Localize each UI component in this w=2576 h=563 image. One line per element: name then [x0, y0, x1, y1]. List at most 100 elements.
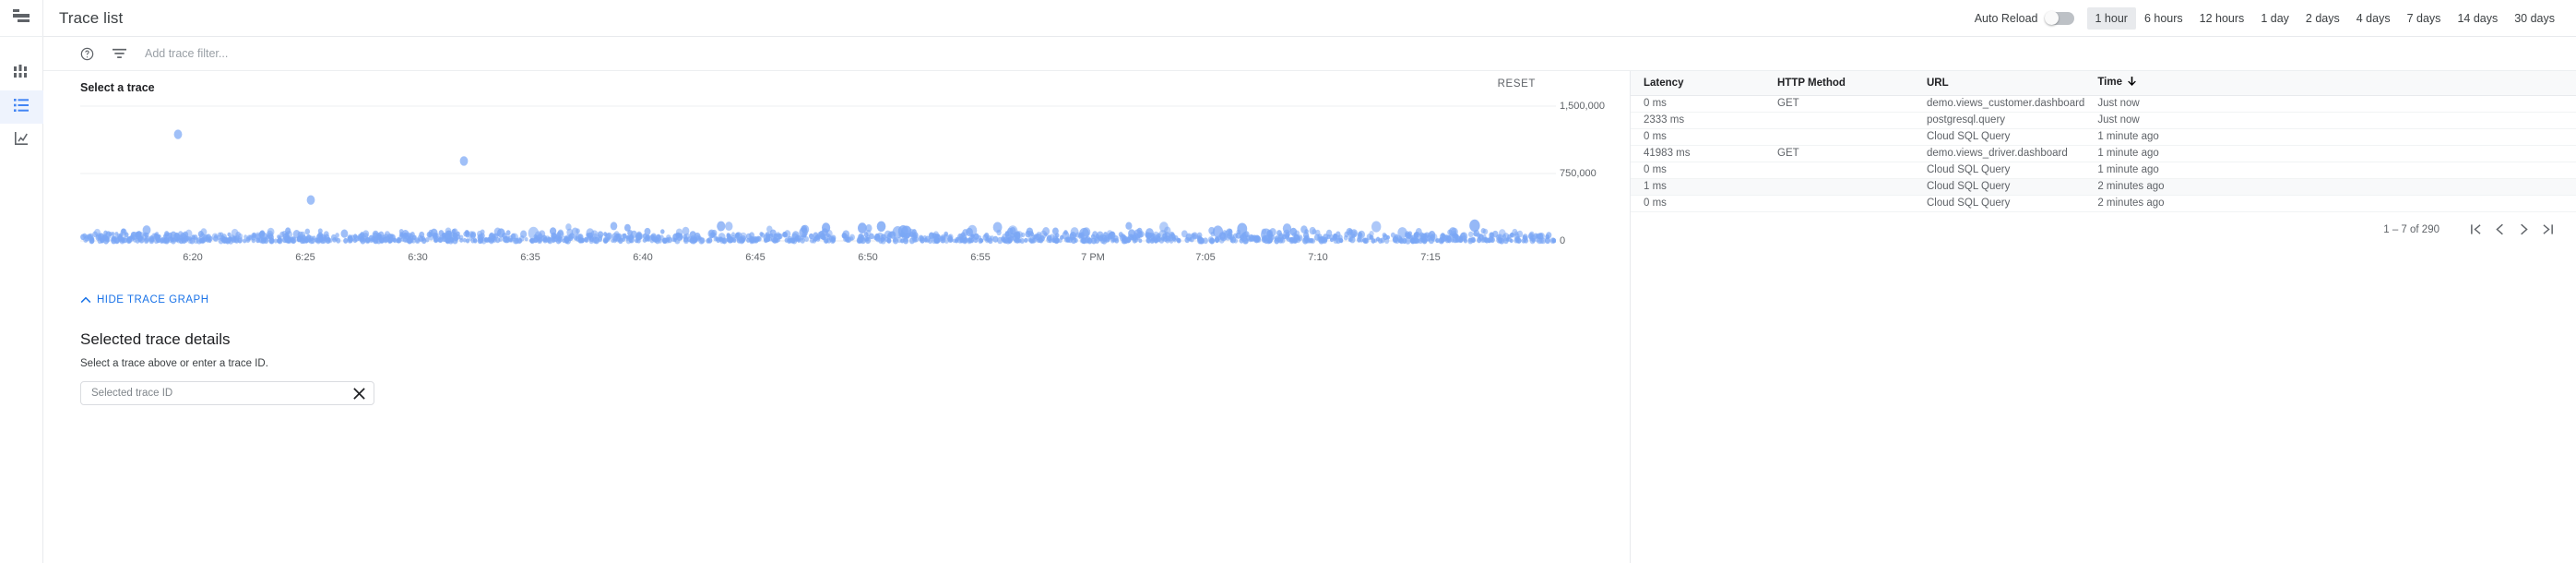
- scatter-point[interactable]: [763, 234, 771, 243]
- scatter-point[interactable]: [1418, 237, 1423, 245]
- scatter-point[interactable]: [1369, 230, 1374, 237]
- scatter-point[interactable]: [675, 228, 683, 237]
- scatter-point[interactable]: [428, 229, 433, 235]
- scatter-point[interactable]: [911, 229, 917, 235]
- scatter-point[interactable]: [661, 237, 668, 245]
- scatter-point[interactable]: [200, 228, 208, 236]
- scatter-point[interactable]: [725, 222, 733, 232]
- scatter-point[interactable]: [707, 229, 716, 238]
- scatter-point[interactable]: [961, 234, 967, 241]
- trace-scatter-chart[interactable]: 1,500,000 750,000 0: [80, 101, 1605, 249]
- scatter-point[interactable]: [211, 233, 219, 241]
- scatter-point[interactable]: [842, 230, 850, 239]
- scatter-point[interactable]: [1172, 237, 1177, 243]
- scatter-point[interactable]: [1402, 237, 1407, 245]
- scatter-point[interactable]: [784, 230, 791, 238]
- scatter-point[interactable]: [144, 236, 149, 244]
- scatter-point[interactable]: [459, 156, 469, 166]
- scatter-point[interactable]: [1282, 223, 1292, 234]
- scatter-point[interactable]: [231, 228, 239, 238]
- scatter-point[interactable]: [438, 230, 445, 236]
- scatter-point[interactable]: [1027, 237, 1032, 243]
- column-header-time[interactable]: Time: [2084, 71, 2576, 96]
- scatter-point[interactable]: [1469, 219, 1480, 233]
- column-header-http-method[interactable]: HTTP Method: [1764, 71, 1914, 96]
- scatter-point[interactable]: [822, 222, 831, 234]
- scatter-point[interactable]: [1378, 237, 1383, 245]
- scatter-point[interactable]: [1397, 227, 1407, 239]
- scatter-point[interactable]: [1515, 235, 1521, 241]
- table-row[interactable]: 0 ms Cloud SQL Query 1 minute ago: [1631, 162, 2576, 179]
- scatter-point[interactable]: [1386, 234, 1390, 240]
- scatter-point[interactable]: [1529, 231, 1535, 238]
- scatter-point[interactable]: [1138, 238, 1143, 244]
- scatter-point[interactable]: [759, 232, 764, 237]
- scatter-point[interactable]: [306, 234, 312, 240]
- scatter-point[interactable]: [756, 235, 762, 242]
- scatter-point[interactable]: [616, 233, 623, 240]
- scatter-point[interactable]: [1145, 228, 1154, 238]
- scatter-point[interactable]: [967, 224, 978, 236]
- scatter-point[interactable]: [1164, 226, 1171, 235]
- scatter-point[interactable]: [1109, 231, 1116, 239]
- scatter-point[interactable]: [1363, 238, 1369, 244]
- scatter-point[interactable]: [122, 237, 128, 244]
- scatter-point[interactable]: [1460, 232, 1468, 241]
- scatter-point[interactable]: [1395, 237, 1400, 245]
- scatter-point[interactable]: [1223, 230, 1232, 241]
- menu-button[interactable]: [0, 0, 43, 37]
- last-page-icon[interactable]: [2535, 218, 2559, 242]
- scatter-point[interactable]: [706, 237, 713, 244]
- scatter-point[interactable]: [610, 222, 618, 231]
- scatter-point[interactable]: [1333, 233, 1337, 238]
- scatter-point[interactable]: [1546, 232, 1552, 239]
- scatter-point[interactable]: [908, 237, 915, 245]
- reset-button[interactable]: RESET: [1498, 78, 1536, 90]
- column-header-url[interactable]: URL: [1914, 71, 2085, 96]
- scatter-point[interactable]: [1441, 236, 1446, 243]
- scatter-point[interactable]: [1502, 233, 1510, 242]
- range-1-hour[interactable]: 1 hour: [2086, 6, 2136, 30]
- scatter-point[interactable]: [967, 237, 973, 244]
- scatter-point[interactable]: [153, 233, 158, 238]
- scatter-point[interactable]: [172, 233, 181, 242]
- table-row[interactable]: 41983 ms GET demo.views_driver.dashboard 1 …: [1631, 145, 2576, 162]
- scatter-point[interactable]: [1337, 234, 1343, 241]
- scatter-point[interactable]: [328, 238, 333, 244]
- scatter-point[interactable]: [1248, 234, 1254, 242]
- scatter-point[interactable]: [184, 229, 193, 238]
- scatter-point[interactable]: [306, 195, 315, 205]
- scatter-point[interactable]: [857, 234, 865, 242]
- scatter-point[interactable]: [459, 237, 464, 243]
- scatter-point[interactable]: [982, 234, 989, 241]
- filter-icon[interactable]: [113, 48, 126, 59]
- scatter-point[interactable]: [586, 228, 595, 238]
- scatter-point[interactable]: [874, 234, 881, 242]
- scatter-point[interactable]: [96, 233, 102, 240]
- scatter-point[interactable]: [808, 233, 814, 240]
- scatter-point[interactable]: [1063, 230, 1068, 235]
- scatter-point[interactable]: [1487, 237, 1491, 244]
- scatter-point[interactable]: [566, 236, 571, 242]
- scatter-point[interactable]: [660, 229, 665, 234]
- scatter-point[interactable]: [946, 234, 953, 242]
- scatter-point[interactable]: [876, 221, 886, 233]
- close-icon[interactable]: [353, 387, 365, 400]
- scatter-point[interactable]: [505, 230, 511, 236]
- scatter-point[interactable]: [1240, 234, 1244, 240]
- scatter-point[interactable]: [1125, 222, 1133, 230]
- scatter-point[interactable]: [520, 230, 528, 238]
- scatter-point[interactable]: [625, 235, 630, 242]
- scatter-point[interactable]: [1051, 227, 1059, 235]
- scatter-point[interactable]: [382, 234, 390, 243]
- scatter-point[interactable]: [419, 231, 425, 238]
- scatter-point[interactable]: [717, 221, 726, 232]
- scatter-point[interactable]: [576, 228, 580, 234]
- scatter-point[interactable]: [1492, 230, 1499, 238]
- scatter-point[interactable]: [899, 238, 905, 244]
- scatter-point[interactable]: [1476, 233, 1481, 238]
- scatter-point[interactable]: [398, 237, 402, 243]
- table-row[interactable]: 2333 ms postgresql.query Just now: [1631, 112, 2576, 129]
- scatter-point[interactable]: [219, 232, 224, 237]
- scatter-point[interactable]: [464, 229, 469, 235]
